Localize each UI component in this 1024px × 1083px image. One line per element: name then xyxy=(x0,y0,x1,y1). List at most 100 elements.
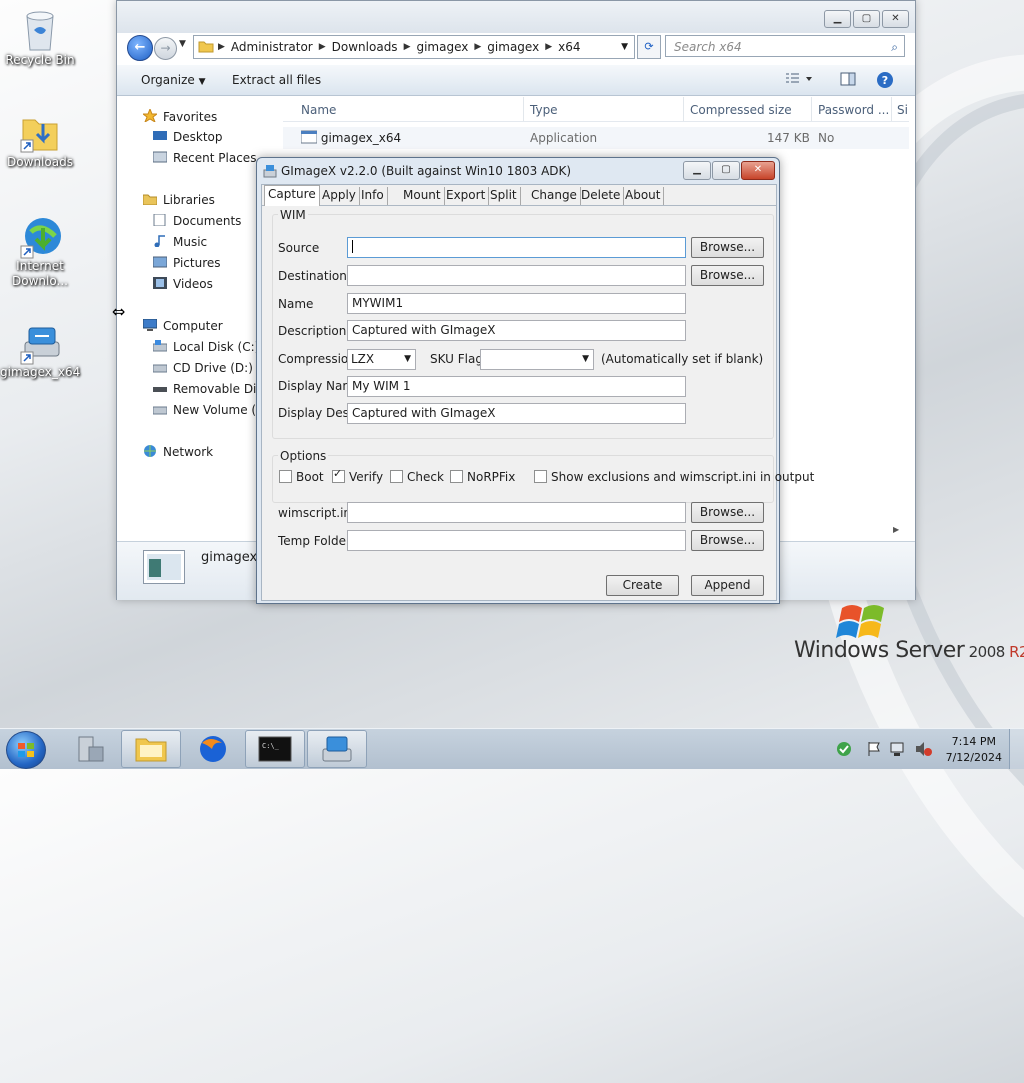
destination-label: Destination xyxy=(278,269,347,283)
taskbar-gimagex[interactable] xyxy=(307,730,367,768)
nav-desktop[interactable]: Desktop xyxy=(153,130,223,144)
system-clock[interactable]: 7:14 PM 7/12/2024 xyxy=(946,734,1002,766)
help-icon[interactable]: ? xyxy=(876,71,894,89)
volume-muted-icon[interactable] xyxy=(914,741,932,760)
forward-button[interactable]: → xyxy=(154,37,177,60)
column-type[interactable]: Type xyxy=(530,103,558,117)
nav-cd-drive[interactable]: CD Drive (D:) HR xyxy=(152,361,257,375)
destination-input[interactable] xyxy=(347,265,686,286)
nav-computer[interactable]: Computer xyxy=(142,318,223,333)
music-icon xyxy=(153,235,167,248)
breadcrumb-gimagex[interactable]: gimagex xyxy=(410,40,474,54)
dialog-titlebar[interactable]: GImageX v2.2.0 (Built against Win10 1803… xyxy=(257,158,779,184)
nav-removable-disk[interactable]: Removable Disk xyxy=(153,382,257,396)
security-icon[interactable] xyxy=(836,741,852,760)
boot-checkbox[interactable]: Boot xyxy=(279,470,324,484)
tab-about[interactable]: About xyxy=(622,187,665,205)
refresh-button[interactable]: ⟳ xyxy=(637,35,661,59)
address-bar[interactable]: ▶ Administrator ▶ Downloads ▶ gimagex ▶ gim… xyxy=(193,35,635,59)
display-name-input[interactable]: My WIM 1 xyxy=(347,376,686,397)
compression-select[interactable]: LZX ▼ xyxy=(347,349,416,370)
taskbar-firefox[interactable] xyxy=(183,730,243,768)
dialog-maximize-button[interactable]: ▢ xyxy=(712,161,740,180)
column-password[interactable]: Password ... xyxy=(818,103,889,117)
tab-delete[interactable]: Delete xyxy=(578,187,625,205)
taskbar-cmd[interactable]: C:\_ xyxy=(245,730,305,768)
breadcrumb-gimagex-sub[interactable]: gimagex xyxy=(481,40,545,54)
append-button[interactable]: Append xyxy=(691,575,764,596)
wimscript-input[interactable] xyxy=(347,502,686,523)
desktop-icon-internet-download-manager[interactable]: Internet Downlo... xyxy=(0,214,80,289)
scroll-right-icon[interactable]: ▶ xyxy=(893,525,899,534)
source-input[interactable] xyxy=(347,237,686,258)
desktop-icon-downloads[interactable]: Downloads xyxy=(0,110,80,170)
nav-videos[interactable]: Videos xyxy=(153,277,213,291)
desktop-icon-recycle-bin[interactable]: Recycle Bin xyxy=(0,8,80,68)
taskbar-explorer[interactable] xyxy=(121,730,181,768)
recent-places-icon xyxy=(152,151,168,163)
show-exclusions-checkbox[interactable]: Show exclusions and wimscript.ini in out… xyxy=(534,470,814,484)
tab-info[interactable]: Info xyxy=(358,187,388,205)
close-button[interactable]: ✕ xyxy=(882,10,909,28)
nav-new-volume[interactable]: New Volume (G xyxy=(152,403,257,417)
nav-music[interactable]: Music xyxy=(153,235,207,249)
maximize-button[interactable]: ▢ xyxy=(853,10,880,28)
nav-favorites[interactable]: Favorites xyxy=(141,107,217,124)
create-button[interactable]: Create xyxy=(606,575,679,596)
show-desktop-button[interactable] xyxy=(1009,729,1024,769)
sku-hint-text: (Automatically set if blank) xyxy=(601,352,764,366)
check-checkbox[interactable]: Check xyxy=(390,470,444,484)
nav-local-disk[interactable]: Local Disk (C:) xyxy=(152,340,257,354)
display-desc-input[interactable]: Captured with GImageX xyxy=(347,403,686,424)
nav-documents[interactable]: Documents xyxy=(153,213,241,228)
column-name[interactable]: Name xyxy=(301,103,336,117)
name-input[interactable]: MYWIM1 xyxy=(347,293,686,314)
chevron-down-icon: ▼ xyxy=(404,354,411,364)
network-tray-icon[interactable] xyxy=(890,741,908,760)
nav-pictures[interactable]: Pictures xyxy=(152,256,221,270)
tab-split[interactable]: Split xyxy=(487,187,521,205)
nav-libraries[interactable]: Libraries xyxy=(142,193,215,207)
tab-export[interactable]: Export xyxy=(443,187,490,205)
column-size[interactable]: Si xyxy=(897,103,908,117)
breadcrumb-downloads[interactable]: Downloads xyxy=(326,40,404,54)
nav-network[interactable]: Network xyxy=(143,445,213,459)
dialog-close-button[interactable]: ✕ xyxy=(741,161,775,180)
volume-icon xyxy=(152,403,168,415)
tab-mount[interactable]: Mount xyxy=(400,187,445,205)
recycle-bin-icon xyxy=(19,8,61,51)
sku-flag-select[interactable]: ▼ xyxy=(480,349,594,370)
verify-checkbox[interactable]: Verify xyxy=(332,467,383,484)
tab-capture[interactable]: Capture xyxy=(264,185,320,208)
table-row[interactable]: gimagex_x64 Application 147 KB No xyxy=(283,127,909,149)
dialog-minimize-button[interactable]: ▁ xyxy=(683,161,711,180)
search-input[interactable]: Search x64 ⌕ xyxy=(665,35,905,57)
taskbar-server-manager[interactable] xyxy=(62,730,122,768)
back-button[interactable]: ← xyxy=(127,35,153,61)
start-button[interactable] xyxy=(6,731,46,769)
destination-browse-button[interactable]: Browse... xyxy=(691,265,764,286)
source-browse-button[interactable]: Browse... xyxy=(691,237,764,258)
column-compressed-size[interactable]: Compressed size xyxy=(690,103,792,117)
temp-folder-input[interactable] xyxy=(347,530,686,551)
organize-menu[interactable]: Organize ▼ xyxy=(141,73,206,87)
action-center-flag-icon[interactable] xyxy=(866,741,882,760)
clock-time: 7:14 PM xyxy=(951,735,996,748)
desktop-icon-gimagex[interactable]: gimagex_x64 xyxy=(0,320,80,380)
recent-pages-dropdown[interactable]: ▼ xyxy=(179,39,186,49)
breadcrumb-administrator[interactable]: Administrator xyxy=(225,40,319,54)
address-dropdown-icon[interactable]: ▼ xyxy=(621,42,628,52)
wimscript-browse-button[interactable]: Browse... xyxy=(691,502,764,523)
extract-all-button[interactable]: Extract all files xyxy=(232,73,321,87)
preview-pane-icon[interactable] xyxy=(840,72,856,86)
minimize-button[interactable]: ▁ xyxy=(824,10,851,28)
explorer-titlebar[interactable]: ▁ ▢ ✕ xyxy=(117,1,915,33)
breadcrumb-x64[interactable]: x64 xyxy=(552,40,586,54)
norpfix-checkbox[interactable]: NoRPFix xyxy=(450,470,515,484)
tab-apply[interactable]: Apply xyxy=(319,187,360,205)
description-input[interactable]: Captured with GImageX xyxy=(347,320,686,341)
temp-folder-browse-button[interactable]: Browse... xyxy=(691,530,764,551)
tab-change[interactable]: Change xyxy=(528,187,581,205)
change-view-icon[interactable] xyxy=(785,72,812,86)
nav-recent-places[interactable]: Recent Places xyxy=(152,151,256,165)
